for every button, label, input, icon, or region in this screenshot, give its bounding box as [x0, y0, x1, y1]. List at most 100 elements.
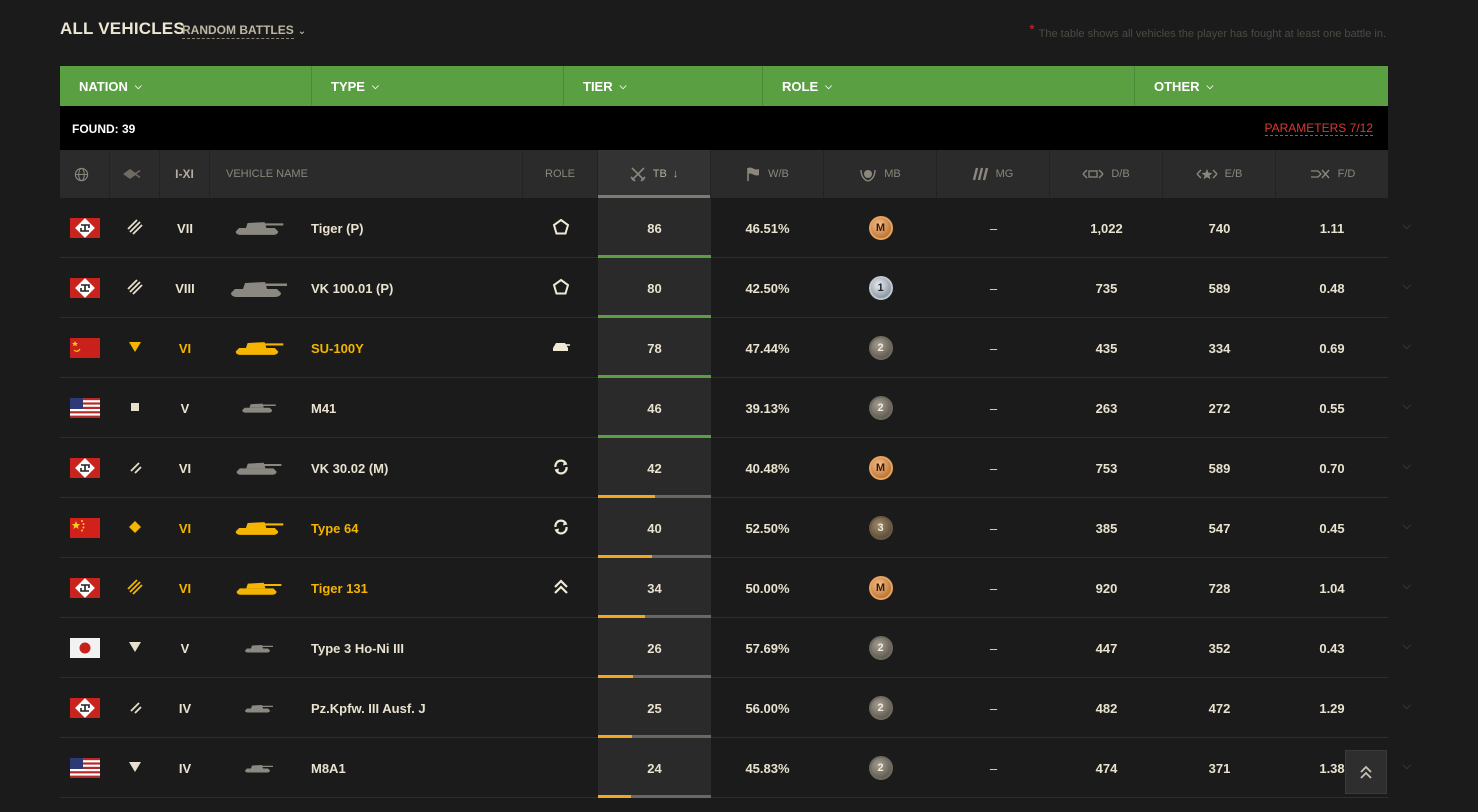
expand-chevron-icon[interactable]: ⌵ — [1403, 220, 1411, 233]
tb-cell: 46 — [598, 378, 711, 438]
tb-cell: 40 — [598, 498, 711, 558]
eb-cell: 728 — [1208, 580, 1231, 596]
filter-type[interactable]: TYPE ⌵ — [312, 66, 564, 106]
mastery-badge-icon: 3 — [868, 516, 893, 540]
mb-cell: 3 — [824, 498, 937, 558]
filter-label: TIER — [583, 78, 613, 94]
experience-icon — [1196, 169, 1218, 180]
expand-chevron-icon[interactable]: ⌵ — [1403, 520, 1411, 533]
asterisk-icon: * — [1029, 21, 1035, 37]
scroll-to-top-button[interactable] — [1345, 750, 1387, 794]
fd-cell: 1.11 — [1319, 220, 1345, 236]
tank-silhouette-icon — [235, 458, 283, 479]
column-tb-label: TB — [652, 168, 667, 180]
table-row[interactable]: VII Tiger (P) 86 46.51% M – 1,022 740 1.… — [60, 198, 1411, 258]
role-cell — [523, 618, 598, 678]
expand-chevron-icon[interactable]: ⌵ — [1403, 400, 1411, 413]
mg-cell: – — [989, 640, 998, 656]
column-mb[interactable]: MB — [824, 150, 937, 198]
vehicle-name-cell[interactable]: Type 3 Ho-Ni III — [311, 618, 523, 678]
tb-value: 24 — [647, 760, 662, 776]
page: ALL VEHICLES RANDOM BATTLES ⌄ * The table … — [0, 0, 1478, 812]
column-vehicle-name[interactable]: VEHICLE NAME — [210, 150, 523, 198]
eb-cell: 589 — [1208, 280, 1231, 296]
wb-cell: 57.69% — [745, 640, 790, 656]
tb-cell: 42 — [598, 438, 711, 498]
damage-icon — [1082, 169, 1104, 179]
table-row[interactable]: VI SU-100Y 78 47.44% 2 – 435 334 0.69 ⌵ — [60, 318, 1411, 378]
nation-cell — [60, 438, 110, 498]
column-wb[interactable]: W/B — [711, 150, 824, 198]
expand-chevron-icon[interactable]: ⌵ — [1403, 340, 1411, 353]
filter-other[interactable]: OTHER ⌵ — [1135, 66, 1388, 106]
vehicle-image-cell — [210, 258, 308, 318]
tb-progress-fill — [598, 795, 631, 798]
vehicle-name-cell[interactable]: M41 — [311, 378, 523, 438]
wb-cell: 47.44% — [745, 340, 790, 356]
expand-chevron-icon[interactable]: ⌵ — [1403, 640, 1411, 653]
filter-nation[interactable]: NATION ⌵ — [60, 66, 312, 106]
mb-cell: M — [824, 438, 937, 498]
table-row[interactable]: VI Tiger 131 34 50.00% M – 920 728 1.04 … — [60, 558, 1411, 618]
mastery-badge-icon: M — [868, 576, 893, 600]
expand-chevron-icon[interactable]: ⌵ — [1403, 460, 1411, 473]
heavy-tank-icon — [127, 578, 143, 598]
vehicle-image-cell — [210, 378, 308, 438]
battle-mode-dropdown[interactable]: RANDOM BATTLES ⌄ — [182, 23, 307, 39]
vehicle-name-cell[interactable]: M8A1 — [311, 738, 523, 798]
table-row[interactable]: VIII VK 100.01 (P) 80 42.50% 1 – 735 589… — [60, 258, 1411, 318]
tank-silhouette-icon — [241, 400, 277, 416]
vehicle-name-cell[interactable]: VK 30.02 (M) — [311, 438, 523, 498]
vehicle-name-cell[interactable]: Tiger (P) — [311, 198, 523, 258]
filter-tier[interactable]: TIER ⌵ — [564, 66, 763, 106]
vehicle-name-cell[interactable]: VK 100.01 (P) — [311, 258, 523, 318]
flag-icon — [747, 167, 760, 181]
vehicle-name-cell[interactable]: Pz.Kpfw. III Ausf. J — [311, 678, 523, 738]
db-cell: 1,022 — [1090, 220, 1123, 236]
expand-chevron-icon[interactable]: ⌵ — [1403, 280, 1411, 293]
td-role-icon — [551, 339, 571, 358]
chevron-down-icon: ⌄ — [297, 26, 307, 37]
vehicle-type-cell — [110, 378, 160, 438]
table-row[interactable]: V M41 46 39.13% 2 – 263 272 0.55 ⌵ — [60, 378, 1411, 438]
column-mg[interactable]: MG — [937, 150, 1050, 198]
column-type[interactable] — [110, 150, 160, 198]
found-count: FOUND: 39 — [72, 122, 136, 136]
column-eb[interactable]: E/B — [1163, 150, 1276, 198]
tb-value: 42 — [647, 460, 662, 476]
column-fd[interactable]: F/D — [1276, 150, 1388, 198]
column-db[interactable]: D/B — [1050, 150, 1163, 198]
table-row[interactable]: VI Type 64 40 52.50% 3 – 385 547 0.45 ⌵ — [60, 498, 1411, 558]
mb-cell: M — [824, 558, 937, 618]
column-nation[interactable] — [60, 150, 110, 198]
td-tank-icon — [128, 641, 142, 656]
vehicle-name-cell[interactable]: SU-100Y — [311, 318, 523, 378]
nation-cell — [60, 198, 110, 258]
column-tb[interactable]: TB ↓ — [598, 150, 711, 198]
tb-value: 46 — [647, 400, 662, 416]
mg-cell: – — [989, 520, 998, 536]
mastery-badge-icon: 2 — [868, 336, 893, 360]
expand-chevron-icon[interactable]: ⌵ — [1403, 580, 1411, 593]
chevron-down-icon: ⌵ — [371, 80, 379, 91]
column-role[interactable]: ROLE — [523, 150, 598, 198]
table-row[interactable]: VI VK 30.02 (M) 42 40.48% M – 753 589 0.… — [60, 438, 1411, 498]
role-cell — [523, 378, 598, 438]
parameters-link[interactable]: PARAMETERS 7/12 — [1264, 121, 1373, 136]
table-row[interactable]: IV Pz.Kpfw. III Ausf. J 25 56.00% 2 – 48… — [60, 678, 1411, 738]
db-cell: 753 — [1095, 460, 1118, 476]
expand-chevron-icon[interactable]: ⌵ — [1403, 700, 1411, 713]
expand-chevron-icon[interactable]: ⌵ — [1403, 760, 1411, 773]
table-row[interactable]: IV M8A1 24 45.83% 2 – 474 371 1.38 ⌵ — [60, 738, 1411, 798]
vehicle-name-cell[interactable]: Type 64 — [311, 498, 523, 558]
column-tier[interactable]: I-XI — [160, 150, 210, 198]
fd-cell: 0.45 — [1319, 520, 1345, 536]
vehicle-name-cell[interactable]: Tiger 131 — [311, 558, 523, 618]
wb-cell: 40.48% — [745, 460, 790, 476]
germany-flag-icon — [70, 578, 100, 598]
table-row[interactable]: V Type 3 Ho-Ni III 26 57.69% 2 – 447 352… — [60, 618, 1411, 678]
tier-cell: VII — [177, 220, 193, 236]
fd-cell: 0.69 — [1319, 340, 1345, 356]
pentagon-icon — [552, 278, 570, 299]
filter-role[interactable]: ROLE ⌵ — [763, 66, 1135, 106]
